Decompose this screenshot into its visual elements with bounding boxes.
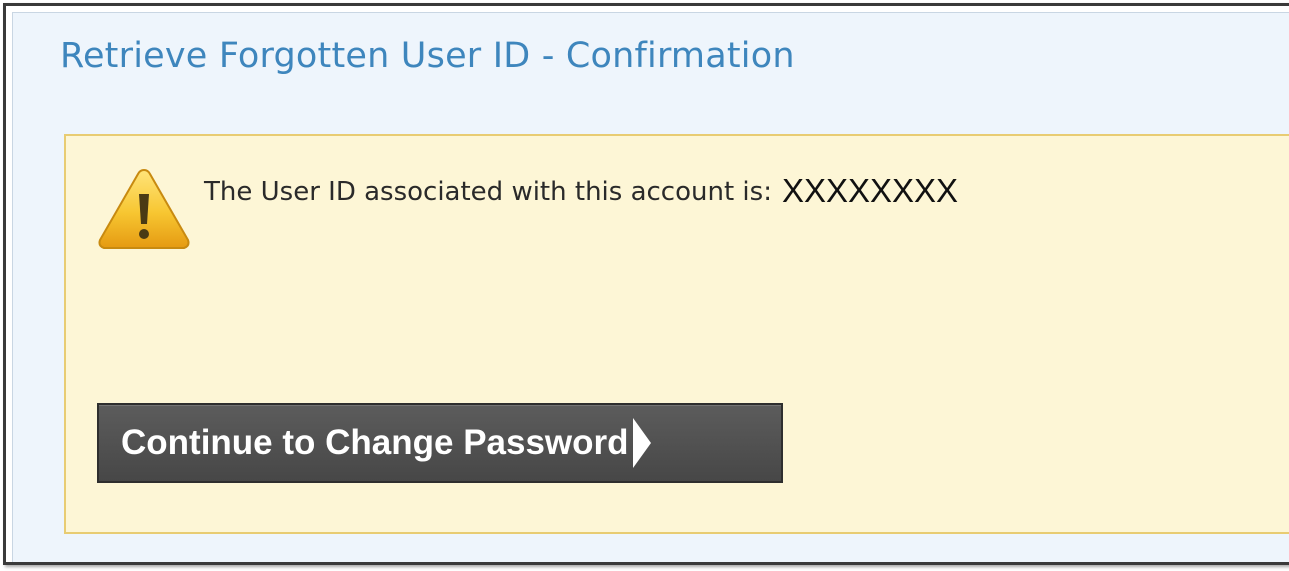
arrow-right-icon (632, 418, 651, 468)
continue-to-change-password-button[interactable]: Continue to Change Password (97, 403, 783, 483)
warning-icon (98, 168, 190, 249)
continue-button-label: Continue to Change Password (121, 423, 629, 462)
alert-message: The User ID associated with this account… (204, 172, 958, 210)
alert-message-text: The User ID associated with this account… (204, 177, 772, 207)
user-id-value: XXXXXXXX (781, 172, 959, 209)
page-title: Retrieve Forgotten User ID - Confirmatio… (60, 36, 795, 76)
